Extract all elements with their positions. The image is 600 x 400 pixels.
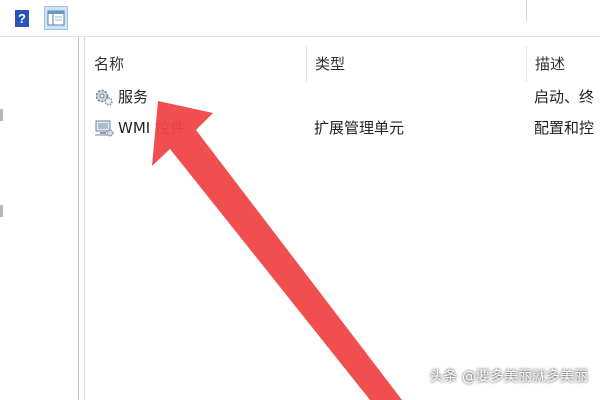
show-hide-console-tree-button[interactable] [44, 6, 68, 30]
console-tree-pane[interactable] [0, 37, 79, 400]
list-item-type [314, 82, 524, 112]
pane-splitter[interactable] [84, 37, 85, 400]
services-gear-icon [94, 87, 114, 107]
column-header-type[interactable]: 类型 [306, 46, 526, 82]
column-header-name[interactable]: 名称 [86, 46, 306, 82]
list-item-description: 配置和控 [534, 119, 595, 137]
toolbar: ? [0, 0, 600, 37]
list-item-name: 服务 [118, 88, 149, 106]
help-button[interactable]: ? [10, 6, 34, 30]
toolbar-separator [526, 0, 527, 22]
list-item-services[interactable]: 服务 启动、终 [86, 82, 600, 112]
column-header-description[interactable]: 描述 [526, 46, 600, 82]
list-item-description: 启动、终 [534, 88, 595, 106]
list-item-type: 扩展管理单元 [314, 119, 405, 137]
list-item-name-cell: 服务 [94, 82, 304, 112]
tree-fragment [0, 109, 3, 121]
list-item-name: WMI 控件 [118, 119, 185, 137]
list-item-wmi-control[interactable]: WMI 控件 扩展管理单元 配置和控 [86, 113, 600, 143]
console-view-icon [47, 10, 65, 26]
list-header: 名称 类型 描述 [86, 46, 600, 82]
wmi-control-icon [94, 118, 114, 138]
help-icon: ? [15, 9, 29, 27]
list-item-name-cell: WMI 控件 [94, 113, 304, 143]
watermark-text: 头条 @要多美丽就多美丽 [429, 369, 588, 385]
tree-fragment [0, 205, 3, 217]
